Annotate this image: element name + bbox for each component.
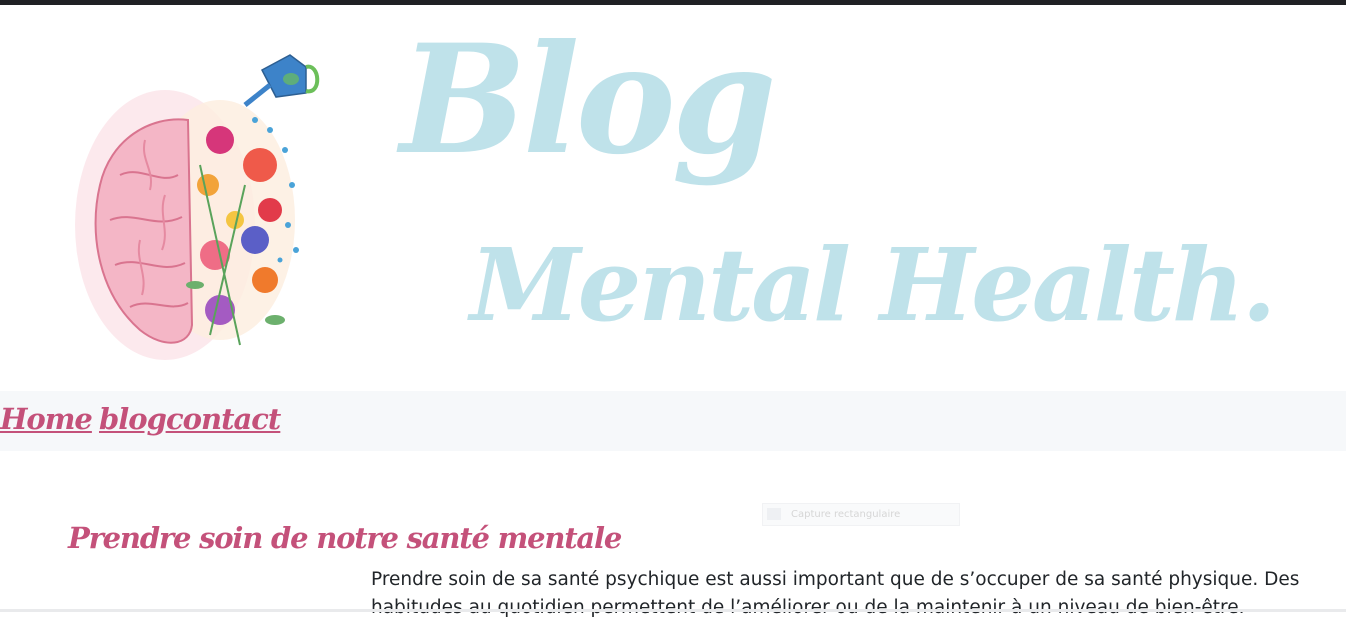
brain-flowers-logo	[75, 54, 320, 360]
site-header: Blog Mental Health.	[0, 5, 1346, 391]
post-body-line: habitudes au quotidien permettent de l’a…	[371, 597, 1245, 618]
post-body-line: Prendre soin de sa santé psychique est a…	[371, 569, 1300, 590]
post-body: Prendre soin de sa santé psychique est a…	[371, 566, 1301, 622]
post-title: Prendre soin de notre santé mentale	[68, 521, 622, 555]
site-title-mental-health: Mental Health.	[470, 226, 1276, 344]
site-title-blog: Blog	[400, 12, 777, 188]
main-nav: Home blog contact	[0, 391, 1346, 451]
snipping-tooltip-label: Capture rectangulaire	[791, 509, 901, 520]
nav-link-blog[interactable]: blog	[99, 400, 167, 438]
rectangle-snip-icon	[767, 508, 781, 520]
nav-link-contact[interactable]: contact	[166, 400, 281, 438]
nav-link-home[interactable]: Home	[0, 400, 93, 438]
snipping-tool-tooltip: Capture rectangulaire	[762, 503, 960, 526]
